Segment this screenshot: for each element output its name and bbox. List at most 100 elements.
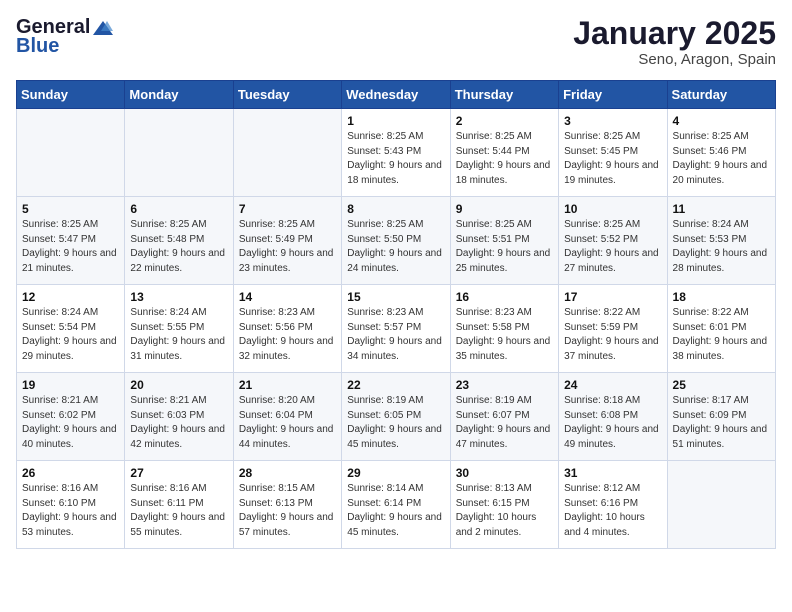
weekday-header-wednesday: Wednesday [342,81,450,109]
weekday-header-row: SundayMondayTuesdayWednesdayThursdayFrid… [17,81,776,109]
day-info: Sunrise: 8:13 AMSunset: 6:15 PMDaylight:… [456,482,553,540]
day-info: Sunrise: 8:24 AMSunset: 5:55 PMDaylight:… [130,306,227,364]
calendar-cell: 16 Sunrise: 8:23 AMSunset: 5:58 PMDayligh… [450,285,558,373]
day-number: 23 [456,378,553,392]
page-header: General Blue January 2025 Seno, Aragon, … [16,16,776,68]
day-number: 17 [564,290,661,304]
day-info: Sunrise: 8:23 AMSunset: 5:58 PMDaylight:… [456,306,553,364]
day-number: 27 [130,466,227,480]
day-info: Sunrise: 8:23 AMSunset: 5:57 PMDaylight:… [347,306,444,364]
day-info: Sunrise: 8:12 AMSunset: 6:16 PMDaylight:… [564,482,661,540]
day-number: 21 [239,378,336,392]
calendar-cell [233,109,341,197]
day-info: Sunrise: 8:23 AMSunset: 5:56 PMDaylight:… [239,306,336,364]
weekday-header-friday: Friday [559,81,667,109]
day-number: 6 [130,202,227,216]
calendar-cell: 22 Sunrise: 8:19 AMSunset: 6:05 PMDayligh… [342,373,450,461]
weekday-header-tuesday: Tuesday [233,81,341,109]
calendar-week-row: 12Sunrise: 8:24 AMSunset: 5:54 PMDayligh… [17,285,776,373]
day-number: 29 [347,466,444,480]
logo-icon [93,19,113,37]
calendar-cell: 24 Sunrise: 8:18 AMSunset: 6:08 PMDayligh… [559,373,667,461]
day-info: Sunrise: 8:18 AMSunset: 6:08 PMDaylight:… [564,394,661,452]
calendar-cell: 29 Sunrise: 8:14 AMSunset: 6:14 PMDayligh… [342,461,450,549]
day-number: 4 [673,114,770,128]
logo: General Blue [16,16,113,58]
calendar-cell: 2Sunrise: 8:25 AMSunset: 5:44 PMDaylight… [450,109,558,197]
day-number: 14 [239,290,336,304]
day-number: 7 [239,202,336,216]
weekday-header-monday: Monday [125,81,233,109]
day-number: 11 [673,202,770,216]
calendar-cell: 20 Sunrise: 8:21 AMSunset: 6:03 PMDayligh… [125,373,233,461]
day-number: 1 [347,114,444,128]
day-info: Sunrise: 8:21 AMSunset: 6:02 PMDaylight:… [22,394,119,452]
day-number: 16 [456,290,553,304]
day-info: Sunrise: 8:21 AMSunset: 6:03 PMDaylight:… [130,394,227,452]
day-info: Sunrise: 8:19 AMSunset: 6:07 PMDaylight:… [456,394,553,452]
calendar-subtitle: Seno, Aragon, Spain [573,51,776,68]
day-number: 26 [22,466,119,480]
calendar-cell: 26 Sunrise: 8:16 AMSunset: 6:10 PMDayligh… [17,461,125,549]
day-number: 13 [130,290,227,304]
calendar-cell: 10 Sunrise: 8:25 AMSunset: 5:52 PMDayligh… [559,197,667,285]
calendar-cell: 11Sunrise: 8:24 AMSunset: 5:53 PMDayligh… [667,197,775,285]
day-info: Sunrise: 8:15 AMSunset: 6:13 PMDaylight:… [239,482,336,540]
calendar-cell: 15 Sunrise: 8:23 AMSunset: 5:57 PMDayligh… [342,285,450,373]
calendar-table: SundayMondayTuesdayWednesdayThursdayFrid… [16,80,776,549]
calendar-week-row: 26 Sunrise: 8:16 AMSunset: 6:10 PMDayligh… [17,461,776,549]
calendar-cell: 27 Sunrise: 8:16 AMSunset: 6:11 PMDayligh… [125,461,233,549]
calendar-cell: 5 Sunrise: 8:25 AMSunset: 5:47 PMDaylight… [17,197,125,285]
calendar-title-area: January 2025 Seno, Aragon, Spain [573,16,776,68]
weekday-header-sunday: Sunday [17,81,125,109]
day-number: 5 [22,202,119,216]
calendar-title: January 2025 [573,16,776,51]
calendar-cell: 30 Sunrise: 8:13 AMSunset: 6:15 PMDayligh… [450,461,558,549]
calendar-cell: 3 Sunrise: 8:25 AMSunset: 5:45 PMDaylight… [559,109,667,197]
calendar-cell: 7Sunrise: 8:25 AMSunset: 5:49 PMDaylight… [233,197,341,285]
day-number: 30 [456,466,553,480]
day-info: Sunrise: 8:25 AMSunset: 5:44 PMDaylight:… [456,130,553,188]
calendar-cell: 31 Sunrise: 8:12 AMSunset: 6:16 PMDayligh… [559,461,667,549]
calendar-cell: 4Sunrise: 8:25 AMSunset: 5:46 PMDaylight… [667,109,775,197]
day-info: Sunrise: 8:22 AMSunset: 5:59 PMDaylight:… [564,306,661,364]
day-info: Sunrise: 8:16 AMSunset: 6:10 PMDaylight:… [22,482,119,540]
day-info: Sunrise: 8:19 AMSunset: 6:05 PMDaylight:… [347,394,444,452]
day-number: 18 [673,290,770,304]
day-number: 25 [673,378,770,392]
calendar-cell: 8Sunrise: 8:25 AMSunset: 5:50 PMDaylight… [342,197,450,285]
day-number: 31 [564,466,661,480]
day-info: Sunrise: 8:16 AMSunset: 6:11 PMDaylight:… [130,482,227,540]
day-info: Sunrise: 8:25 AMSunset: 5:52 PMDaylight:… [564,218,661,276]
day-number: 3 [564,114,661,128]
day-number: 12 [22,290,119,304]
weekday-header-thursday: Thursday [450,81,558,109]
day-number: 22 [347,378,444,392]
day-number: 10 [564,202,661,216]
day-info: Sunrise: 8:25 AMSunset: 5:51 PMDaylight:… [456,218,553,276]
day-info: Sunrise: 8:14 AMSunset: 6:14 PMDaylight:… [347,482,444,540]
day-info: Sunrise: 8:25 AMSunset: 5:50 PMDaylight:… [347,218,444,276]
day-info: Sunrise: 8:25 AMSunset: 5:45 PMDaylight:… [564,130,661,188]
calendar-cell: 6Sunrise: 8:25 AMSunset: 5:48 PMDaylight… [125,197,233,285]
day-info: Sunrise: 8:25 AMSunset: 5:43 PMDaylight:… [347,130,444,188]
logo-blue-text: Blue [16,35,59,58]
day-info: Sunrise: 8:17 AMSunset: 6:09 PMDaylight:… [673,394,770,452]
calendar-cell: 18Sunrise: 8:22 AMSunset: 6:01 PMDayligh… [667,285,775,373]
day-number: 20 [130,378,227,392]
calendar-cell: 14 Sunrise: 8:23 AMSunset: 5:56 PMDayligh… [233,285,341,373]
calendar-cell: 21Sunrise: 8:20 AMSunset: 6:04 PMDayligh… [233,373,341,461]
calendar-cell: 9 Sunrise: 8:25 AMSunset: 5:51 PMDaylight… [450,197,558,285]
day-number: 9 [456,202,553,216]
calendar-cell [667,461,775,549]
calendar-cell: 13 Sunrise: 8:24 AMSunset: 5:55 PMDayligh… [125,285,233,373]
day-info: Sunrise: 8:25 AMSunset: 5:47 PMDaylight:… [22,218,119,276]
day-number: 15 [347,290,444,304]
day-number: 24 [564,378,661,392]
day-number: 19 [22,378,119,392]
calendar-cell: 1 Sunrise: 8:25 AMSunset: 5:43 PMDaylight… [342,109,450,197]
calendar-cell: 17 Sunrise: 8:22 AMSunset: 5:59 PMDayligh… [559,285,667,373]
calendar-cell: 12Sunrise: 8:24 AMSunset: 5:54 PMDayligh… [17,285,125,373]
calendar-cell: 25 Sunrise: 8:17 AMSunset: 6:09 PMDayligh… [667,373,775,461]
calendar-cell: 28Sunrise: 8:15 AMSunset: 6:13 PMDayligh… [233,461,341,549]
